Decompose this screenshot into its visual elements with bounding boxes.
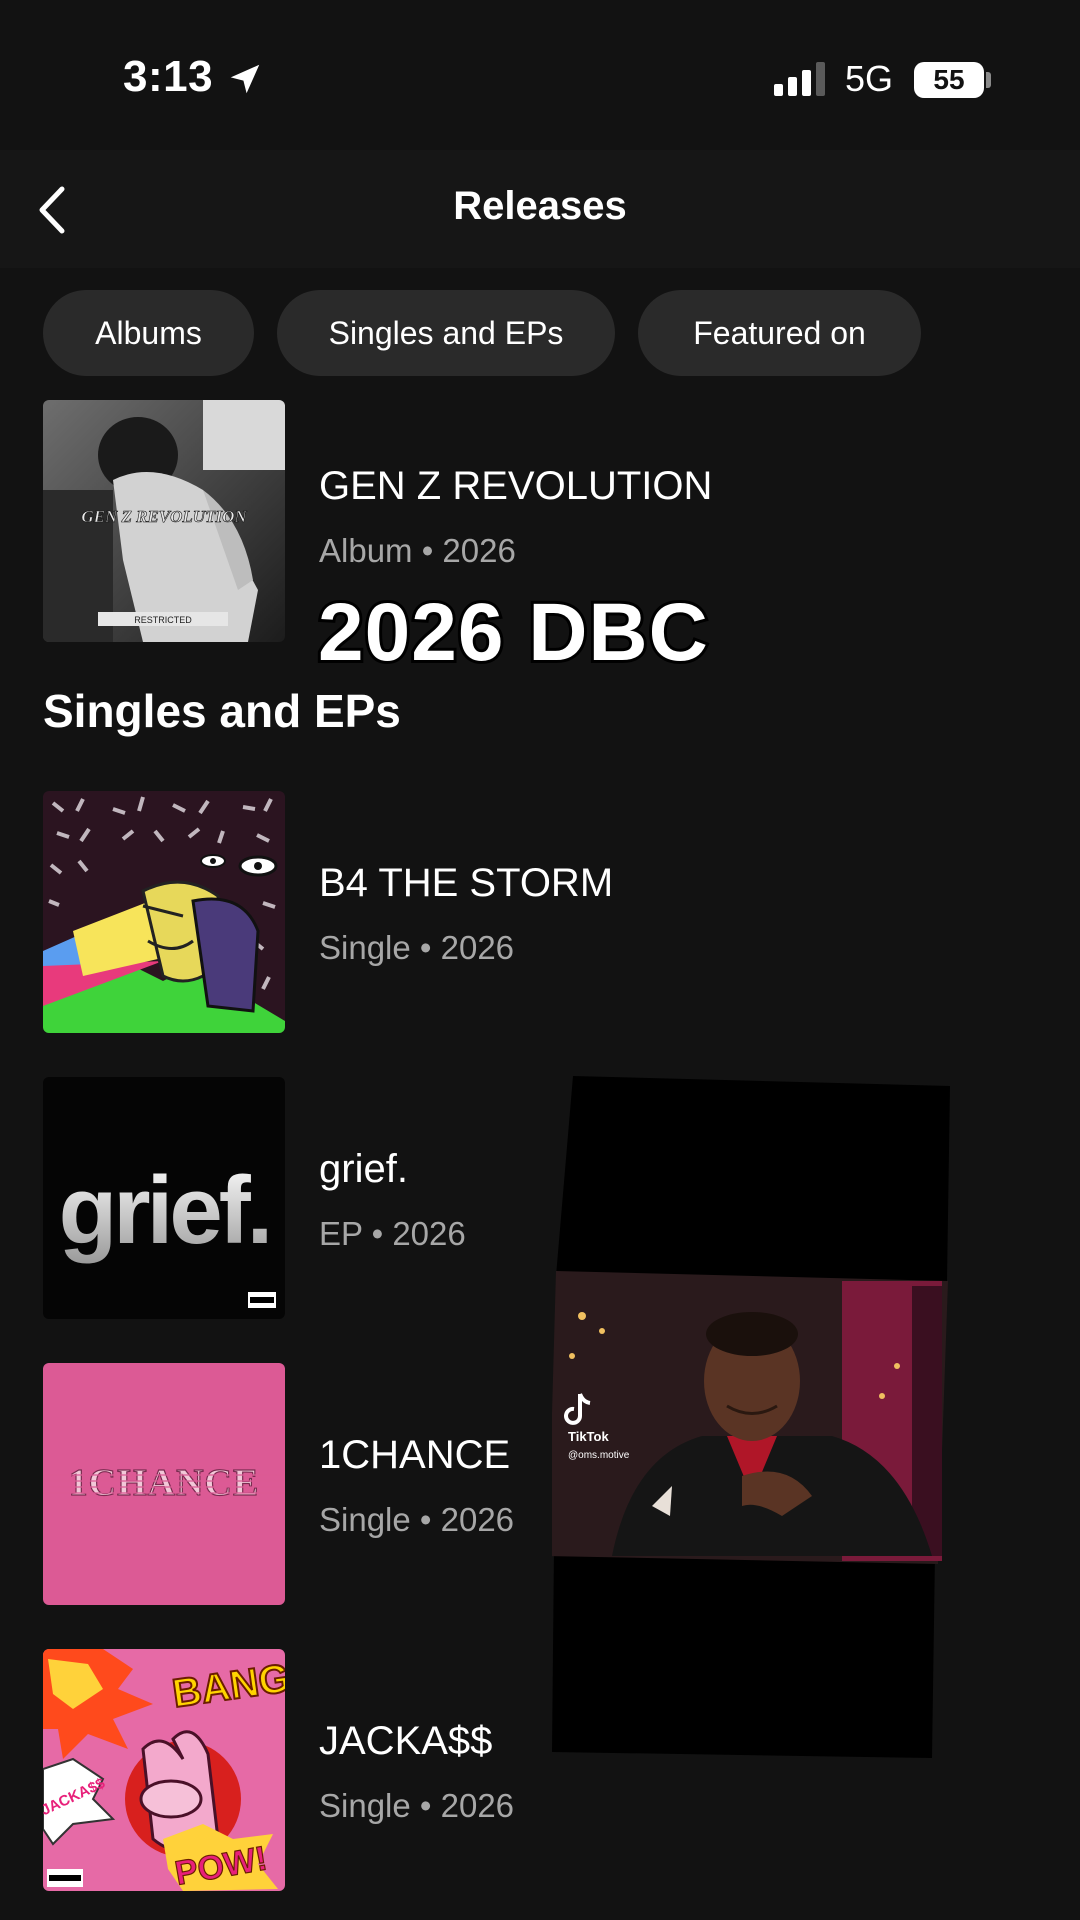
cellular-signal-icon xyxy=(774,62,825,96)
album-cover-badge: RESTRICTED xyxy=(134,615,192,625)
release-meta: Single • 2026 xyxy=(319,929,515,966)
battery-tip xyxy=(986,72,991,88)
release-title: 1CHANCE xyxy=(319,1433,511,1477)
album-cover: GEN Z REVOLUTION RESTRICTED xyxy=(43,400,285,642)
release-meta: Single • 2026 xyxy=(319,1501,515,1538)
cover-text: grief. xyxy=(59,1157,270,1264)
status-bar: 3:13 5G 55 xyxy=(0,0,1080,150)
single-cover xyxy=(43,791,285,1033)
single-cover: JACKA$$ BANG POW! xyxy=(43,1649,285,1891)
status-time: 3:13 xyxy=(123,52,214,101)
cover-text: 1CHANCE xyxy=(69,1462,260,1504)
release-title: GEN Z REVOLUTION xyxy=(319,464,713,508)
release-meta: EP • 2026 xyxy=(319,1215,466,1252)
filter-chip-featured-on[interactable]: Featured on xyxy=(638,290,921,376)
battery-icon: 55 xyxy=(914,62,984,98)
filter-chip-albums[interactable]: Albums xyxy=(43,290,254,376)
video-frame xyxy=(552,1271,948,1564)
release-title: grief. xyxy=(319,1147,408,1191)
release-meta: Single • 2026 xyxy=(319,1787,515,1824)
release-title: JACKA$$ xyxy=(319,1719,493,1763)
video-overlay[interactable]: TikTok @oms.motive xyxy=(552,1076,950,1758)
network-type: 5G xyxy=(845,58,894,99)
section-heading: Singles and EPs xyxy=(43,685,401,737)
single-cover: grief. xyxy=(43,1077,285,1319)
nav-bar: Releases xyxy=(0,150,1080,268)
release-meta: Album • 2026 xyxy=(319,532,516,569)
single-cover: 1CHANCE xyxy=(43,1363,285,1605)
release-item-b4-the-storm[interactable]: B4 THE STORM Single • 2026 xyxy=(43,791,1003,1033)
page-title: Releases xyxy=(453,184,627,228)
filter-chip-singles-eps[interactable]: Singles and EPs xyxy=(277,290,615,376)
album-cover-text: GEN Z REVOLUTION xyxy=(81,507,247,526)
video-caption-overlay: 2026 DBC xyxy=(315,584,711,681)
release-title: B4 THE STORM xyxy=(319,861,614,905)
tiktok-watermark-brand: TikTok xyxy=(568,1429,609,1444)
location-arrow-icon xyxy=(230,64,260,94)
tiktok-watermark-handle: @oms.motive xyxy=(568,1450,630,1461)
